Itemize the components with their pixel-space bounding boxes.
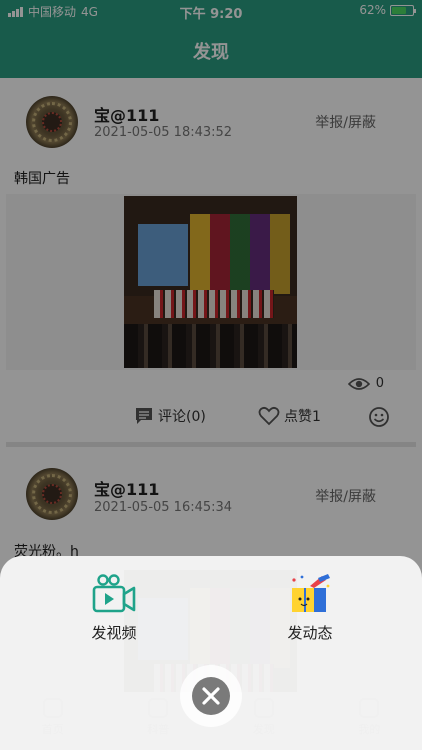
close-button[interactable]: [180, 665, 242, 727]
publish-sheet: 发视频 发动态: [0, 556, 422, 750]
close-icon: [202, 687, 220, 705]
video-camera-icon: [92, 574, 136, 614]
gift-box-icon: [288, 574, 332, 614]
publish-post-option[interactable]: 发动态: [260, 574, 360, 643]
publish-post-label: 发动态: [287, 624, 333, 642]
publish-video-label: 发视频: [91, 624, 137, 642]
publish-video-option[interactable]: 发视频: [64, 574, 164, 643]
